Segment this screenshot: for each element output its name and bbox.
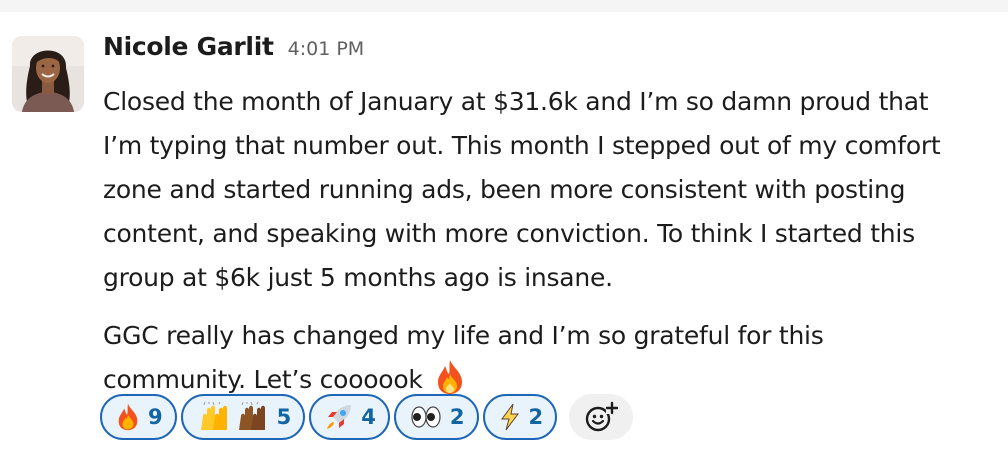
- message-body: Closed the month of January at $31.6k an…: [103, 80, 998, 402]
- eyes-icon: [410, 402, 442, 432]
- reaction-raised-hands[interactable]: 5: [180, 394, 306, 440]
- reaction-zap[interactable]: 2: [482, 394, 558, 440]
- reaction-count: 9: [148, 405, 163, 429]
- raised-hands-icon: [197, 402, 269, 432]
- fire-icon: [116, 402, 140, 432]
- previous-message-strip: [0, 0, 1008, 12]
- add-reaction-button[interactable]: [569, 394, 634, 440]
- chat-message: Nicole Garlit 4:01 PM Closed the month o…: [0, 12, 1008, 462]
- reaction-rocket[interactable]: 4: [309, 394, 390, 440]
- message-line: content, and speaking with more convicti…: [103, 219, 915, 248]
- message-timestamp[interactable]: 4:01 PM: [288, 38, 365, 60]
- reaction-count: 2: [449, 405, 465, 429]
- add-reaction-icon: [585, 401, 619, 432]
- reaction-eyes[interactable]: 2: [393, 394, 479, 440]
- message-line: I’m typing that number out. This month I…: [103, 131, 941, 160]
- message-line: group at $6k just 5 months ago is insane…: [103, 263, 613, 292]
- message-line: zone and started running ads, been more …: [103, 175, 906, 204]
- message-line: Closed the month of January at $31.6k an…: [103, 87, 929, 116]
- reaction-count: 5: [276, 405, 292, 429]
- message-paragraph: Closed the month of January at $31.6k an…: [103, 80, 998, 300]
- avatar-photo: [12, 36, 84, 112]
- reaction-count: 2: [528, 405, 544, 429]
- sender-name[interactable]: Nicole Garlit: [103, 32, 274, 61]
- message-header: Nicole Garlit 4:01 PM: [103, 32, 364, 68]
- lightning-icon: [499, 402, 521, 432]
- rocket-icon: [325, 402, 353, 432]
- message-line-text: community. Let’s coooook: [103, 365, 423, 394]
- reaction-count: 4: [361, 405, 376, 429]
- reactions-bar: 9 5 4 2 2: [100, 394, 634, 440]
- message-line: GGC really has changed my life and I’m s…: [103, 321, 824, 350]
- message-paragraph: GGC really has changed my life and I’m s…: [103, 314, 998, 402]
- reaction-fire[interactable]: 9: [100, 394, 177, 440]
- avatar[interactable]: [12, 36, 84, 112]
- fire-emoji: [435, 359, 465, 395]
